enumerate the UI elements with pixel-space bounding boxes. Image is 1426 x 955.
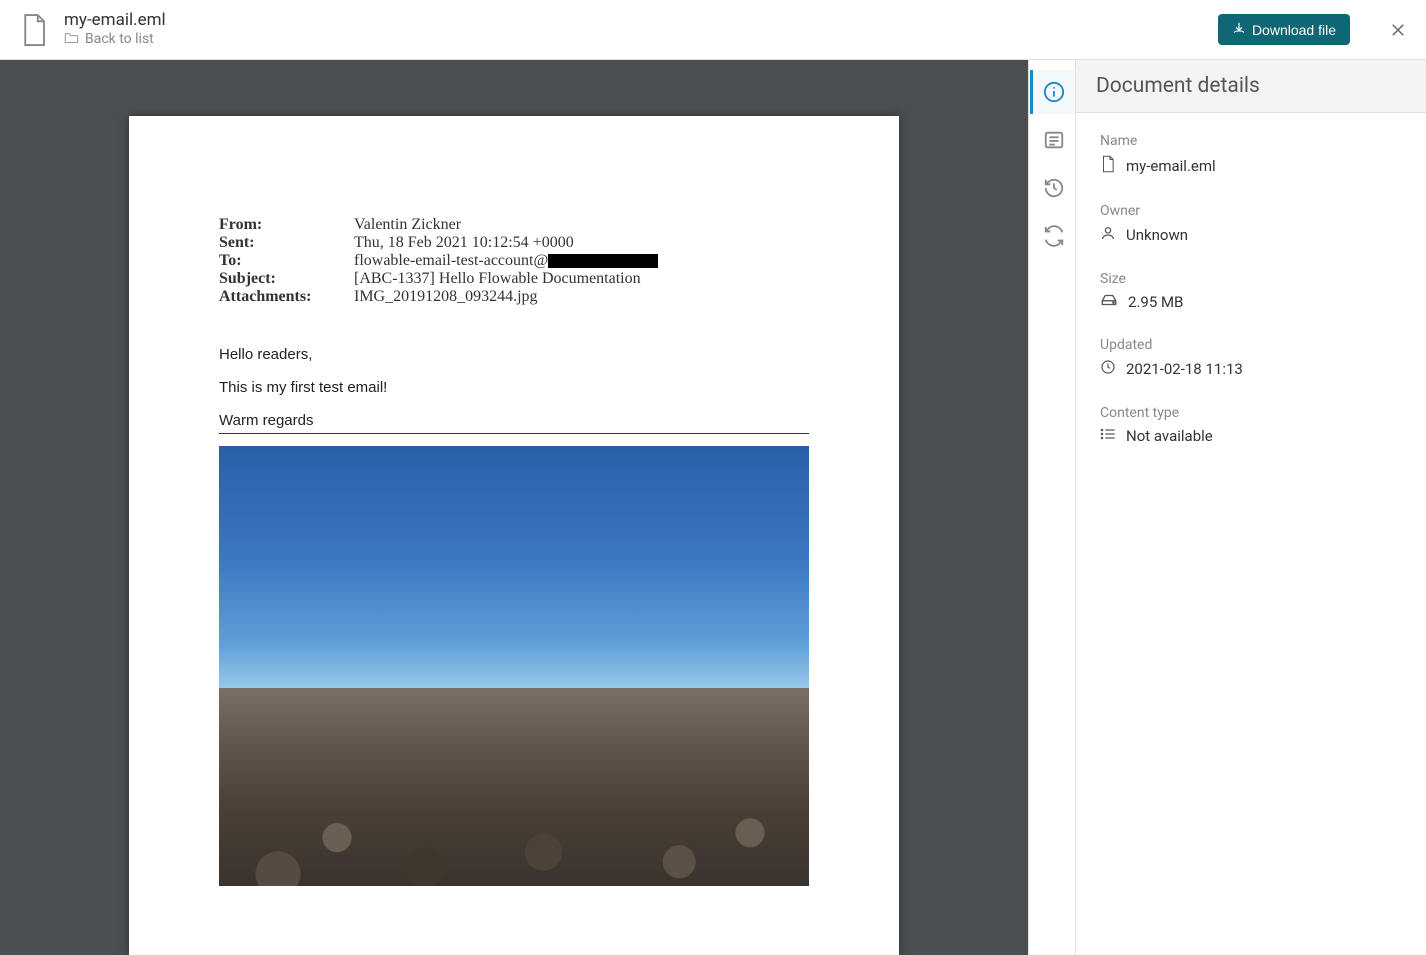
field-updated: Updated 2021-02-18 11:13: [1100, 337, 1402, 379]
details-panel: Document details Name my-email.eml Owner: [1076, 60, 1426, 955]
file-icon: [1100, 155, 1116, 177]
name-value: my-email.eml: [1126, 157, 1216, 175]
email-headers: From: Valentin Zickner Sent: Thu, 18 Feb…: [219, 216, 809, 306]
from-value: Valentin Zickner: [354, 216, 809, 234]
user-icon: [1100, 225, 1116, 245]
contenttype-label: Content type: [1100, 405, 1402, 421]
field-contenttype: Content type Not available: [1100, 405, 1402, 445]
updated-label: Updated: [1100, 337, 1402, 353]
email-body: Hello readers, This is my first test ema…: [219, 346, 809, 886]
rail-tab-refresh[interactable]: [1030, 214, 1074, 258]
to-value: flowable-email-test-account@: [354, 252, 809, 270]
sent-label: Sent:: [219, 234, 354, 252]
field-size: Size 2.95 MB: [1100, 271, 1402, 311]
download-label: Download file: [1252, 22, 1336, 38]
email-page: From: Valentin Zickner Sent: Thu, 18 Feb…: [129, 116, 899, 955]
disk-icon: [1100, 293, 1118, 311]
from-label: From:: [219, 216, 354, 234]
to-label: To:: [219, 252, 354, 270]
details-panel-title: Document details: [1076, 60, 1426, 113]
document-preview-area: From: Valentin Zickner Sent: Thu, 18 Feb…: [0, 60, 1028, 955]
title-stack: my-email.eml Back to list: [64, 10, 166, 48]
sent-value: Thu, 18 Feb 2021 10:12:54 +0000: [354, 234, 809, 252]
main-row: From: Valentin Zickner Sent: Thu, 18 Feb…: [0, 60, 1426, 955]
download-icon: [1232, 21, 1246, 38]
body-line-2: This is my first test email!: [219, 379, 809, 396]
rail-tab-list[interactable]: [1030, 118, 1074, 162]
attachment-image: [219, 446, 809, 886]
subject-label: Subject:: [219, 270, 354, 288]
owner-value: Unknown: [1126, 226, 1188, 244]
list-icon: [1100, 427, 1116, 445]
attachments-value: IMG_20191208_093244.jpg: [354, 288, 809, 306]
field-name: Name my-email.eml: [1100, 133, 1402, 177]
to-visible: flowable-email-test-account@: [354, 252, 548, 269]
size-label: Size: [1100, 271, 1402, 287]
body-line-1: Hello readers,: [219, 346, 809, 363]
folder-icon: [64, 31, 79, 49]
body-line-3: Warm regards: [219, 412, 809, 429]
back-to-list-link[interactable]: Back to list: [64, 31, 166, 49]
file-icon: [16, 12, 52, 48]
updated-value: 2021-02-18 11:13: [1126, 360, 1243, 378]
topbar: my-email.eml Back to list Download file: [0, 0, 1426, 60]
size-value: 2.95 MB: [1128, 293, 1183, 311]
close-button[interactable]: [1386, 18, 1410, 42]
clock-icon: [1100, 359, 1116, 379]
file-title: my-email.eml: [64, 10, 166, 30]
download-file-button[interactable]: Download file: [1218, 14, 1350, 45]
field-owner: Owner Unknown: [1100, 203, 1402, 245]
back-label: Back to list: [85, 31, 154, 48]
owner-label: Owner: [1100, 203, 1402, 219]
to-redacted: [548, 254, 658, 268]
side-rail: [1028, 60, 1076, 955]
rail-tab-history[interactable]: [1030, 166, 1074, 210]
contenttype-value: Not available: [1126, 427, 1213, 445]
body-divider: [219, 433, 809, 434]
subject-value: [ABC-1337] Hello Flowable Documentation: [354, 270, 809, 288]
attachments-label: Attachments:: [219, 288, 354, 306]
rail-tab-info[interactable]: [1030, 70, 1074, 114]
name-label: Name: [1100, 133, 1402, 149]
